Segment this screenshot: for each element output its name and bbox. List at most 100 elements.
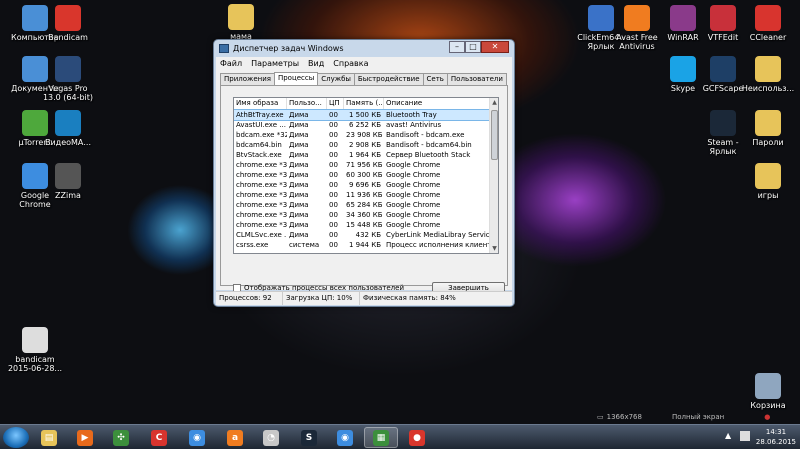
desktop-shortcut[interactable]: мама [208, 4, 274, 41]
task-manager-icon [219, 44, 229, 53]
recorder-mode[interactable]: Полный экран [672, 413, 724, 421]
desktop-shortcut[interactable]: ВидеоМА... [35, 110, 101, 147]
close-button[interactable]: ✕ [481, 41, 509, 53]
taskbar-button[interactable]: ▦ [364, 427, 398, 448]
tab-users[interactable]: Пользователи [446, 73, 507, 85]
tab-processes[interactable]: Процессы [273, 72, 319, 85]
cell-image-name: chrome.exe *32 [236, 181, 287, 189]
cell-cpu: 00 [329, 201, 338, 209]
cell-description: Google Chrome [386, 191, 441, 199]
cell-image-name: BtvStack.exe [236, 151, 282, 159]
table-row[interactable]: bdcam.exe *32 Дима 00 23 908 КБ Bandisoft - … [234, 130, 498, 140]
menu-view[interactable]: Вид [308, 59, 324, 68]
taskbar-button[interactable]: ● [400, 427, 434, 448]
table-row[interactable]: chrome.exe *32 Дима 00 60 300 КБ Google Chro… [234, 170, 498, 180]
minimize-button[interactable]: – [449, 41, 465, 53]
taskbar-button[interactable]: ▤ [32, 427, 66, 448]
cell-user: Дима [289, 171, 309, 179]
menu-options[interactable]: Параметры [251, 59, 299, 68]
column-user[interactable]: Пользо... [287, 98, 327, 109]
desktop-shortcut[interactable]: Пароли [735, 110, 800, 147]
cell-description: Сервер Bluetooth Stack [386, 151, 471, 159]
video-icon [55, 110, 81, 136]
tab-performance[interactable]: Быстродействие [353, 73, 424, 85]
table-row[interactable]: BtvStack.exe Дима 00 1 964 КБ Сервер Bluetoo… [234, 150, 498, 160]
scroll-up-arrow-icon[interactable]: ▲ [490, 98, 498, 107]
table-row[interactable]: bdcam64.bin Дима 00 2 908 КБ Bandisoft - bdc… [234, 140, 498, 150]
process-list-header: Имя образа Пользо... ЦП Память (... Опис… [234, 98, 498, 110]
table-row[interactable]: CLMLSvc.exe ... Дима 00 432 КБ CyberLink Med… [234, 230, 498, 240]
process-list-scrollbar[interactable]: ▲ ▼ [489, 98, 498, 253]
cell-cpu: 00 [329, 171, 338, 179]
cell-description: Google Chrome [386, 161, 441, 169]
tab-applications[interactable]: Приложения [220, 73, 275, 85]
cell-cpu: 00 [329, 241, 338, 249]
maximize-button[interactable]: □ [465, 41, 481, 53]
desktop-shortcut[interactable]: ZZima [35, 163, 101, 200]
chrome-icon: ◉ [189, 429, 205, 446]
table-row[interactable]: chrome.exe *32 Дима 00 34 360 КБ Google Chro… [234, 210, 498, 220]
table-row[interactable]: chrome.exe *32 Дима 00 65 284 КБ Google Chro… [234, 200, 498, 210]
avast-icon: a [227, 429, 243, 446]
scroll-down-arrow-icon[interactable]: ▼ [490, 244, 498, 253]
taskbar-button[interactable]: C [142, 427, 176, 448]
cell-user: Дима [289, 151, 309, 159]
table-row[interactable]: chrome.exe *32 Дима 00 11 936 КБ Google Chro… [234, 190, 498, 200]
taskbar-button[interactable]: ◉ [180, 427, 214, 448]
cell-image-name: AvastUI.exe ... [236, 121, 286, 129]
process-list[interactable]: Имя образа Пользо... ЦП Память (... Опис… [233, 97, 499, 254]
desktop-shortcut[interactable]: bandicam 2015-06-28... [2, 327, 68, 373]
desktop-shortcut[interactable]: Корзина [735, 373, 800, 410]
desktop-shortcut-label: bandicam 2015-06-28... [7, 355, 63, 373]
column-image-name[interactable]: Имя образа [234, 98, 287, 109]
taskbar-button[interactable]: ◉ [328, 427, 362, 448]
column-memory[interactable]: Память (... [344, 98, 384, 109]
clock[interactable]: 14:31 28.06.2015 [756, 427, 796, 447]
chrome-icon: ◉ [337, 429, 353, 446]
taskbar-button[interactable]: a [218, 427, 252, 448]
ccleaner-icon [755, 5, 781, 31]
scroll-thumb[interactable] [491, 110, 498, 160]
folder-icon [755, 110, 781, 136]
taskbar-button[interactable]: ▶ [68, 427, 102, 448]
desktop-shortcut-label: CCleaner [749, 33, 787, 42]
cell-memory: 1 964 КБ [348, 151, 381, 159]
cell-memory: 1 944 КБ [348, 241, 381, 249]
desktop-shortcut[interactable]: Bandicam [35, 5, 101, 42]
tab-network[interactable]: Сеть [422, 73, 448, 85]
table-row[interactable]: chrome.exe *32 Дима 00 71 956 КБ Google Chro… [234, 160, 498, 170]
menu-file[interactable]: Файл [220, 59, 242, 68]
table-row[interactable]: chrome.exe *32 Дима 00 9 696 КБ Google Chrom… [234, 180, 498, 190]
desktop-shortcut[interactable]: Vegas Pro 13.0 (64-bit) [35, 56, 101, 102]
tab-services[interactable]: Службы [317, 73, 355, 85]
status-memory: Физическая память: 84% [363, 294, 456, 302]
table-row[interactable]: csrss.exe система 00 1 944 КБ Процесс исполн… [234, 240, 498, 250]
cell-memory: 432 КБ [355, 231, 381, 239]
cell-cpu: 00 [329, 191, 338, 199]
action-center-icon[interactable] [740, 431, 750, 441]
table-row[interactable]: chrome.exe *32 Дима 00 15 448 КБ Google Chro… [234, 220, 498, 230]
cell-user: система [289, 241, 320, 249]
speedometer-icon: ◔ [263, 429, 279, 446]
taskbar-button[interactable]: ◔ [254, 427, 288, 448]
desktop-shortcut[interactable]: CCleaner [735, 5, 800, 42]
column-cpu[interactable]: ЦП [327, 98, 344, 109]
taskbar-button[interactable]: S [292, 427, 326, 448]
cell-image-name: chrome.exe *32 [236, 211, 287, 219]
table-row[interactable]: AthBtTray.exe Дима 00 1 500 КБ Bluetooth Tra… [234, 109, 498, 121]
tray-expand-icon[interactable]: ▲ [725, 431, 731, 440]
desktop-shortcut[interactable]: игры [735, 163, 800, 200]
explorer-icon: ▤ [41, 429, 57, 446]
start-button[interactable] [3, 427, 29, 448]
cell-memory: 6 252 КБ [348, 121, 381, 129]
table-row[interactable]: AvastUI.exe ... Дима 00 6 252 КБ avast! Anti… [234, 120, 498, 130]
network-icon: ✣ [113, 429, 129, 446]
cell-cpu: 00 [329, 151, 338, 159]
avast-icon [624, 5, 650, 31]
menu-help[interactable]: Справка [333, 59, 368, 68]
record-icon[interactable]: ● [764, 413, 770, 421]
cell-description: Bandisoft - bdcam64.bin [386, 141, 472, 149]
taskbar-button[interactable]: ✣ [104, 427, 138, 448]
column-description[interactable]: Описание [384, 98, 490, 109]
desktop-shortcut[interactable]: Неиспольз... [735, 56, 800, 93]
